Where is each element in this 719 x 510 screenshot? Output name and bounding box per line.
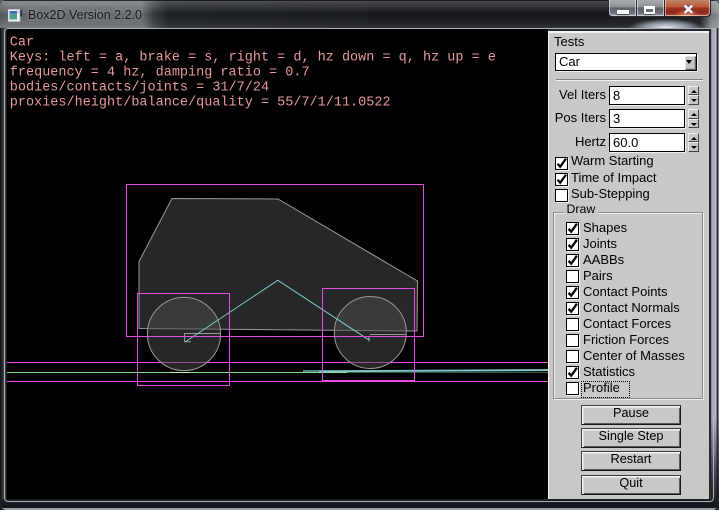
svg-text:bodies/contacts/joints = 31/7/: bodies/contacts/joints = 31/7/24 — [10, 81, 269, 96]
svg-text:Keys: left = a, brake = s, rig: Keys: left = a, brake = s, right = d, hz… — [10, 51, 496, 66]
svg-text:Car: Car — [10, 36, 34, 51]
svg-text:proxies/height/balance/quality: proxies/height/balance/quality = 55/7/1/… — [10, 96, 391, 111]
svg-text:frequency = 4 hz, damping rati: frequency = 4 hz, damping ratio = 0.7 — [10, 66, 310, 81]
